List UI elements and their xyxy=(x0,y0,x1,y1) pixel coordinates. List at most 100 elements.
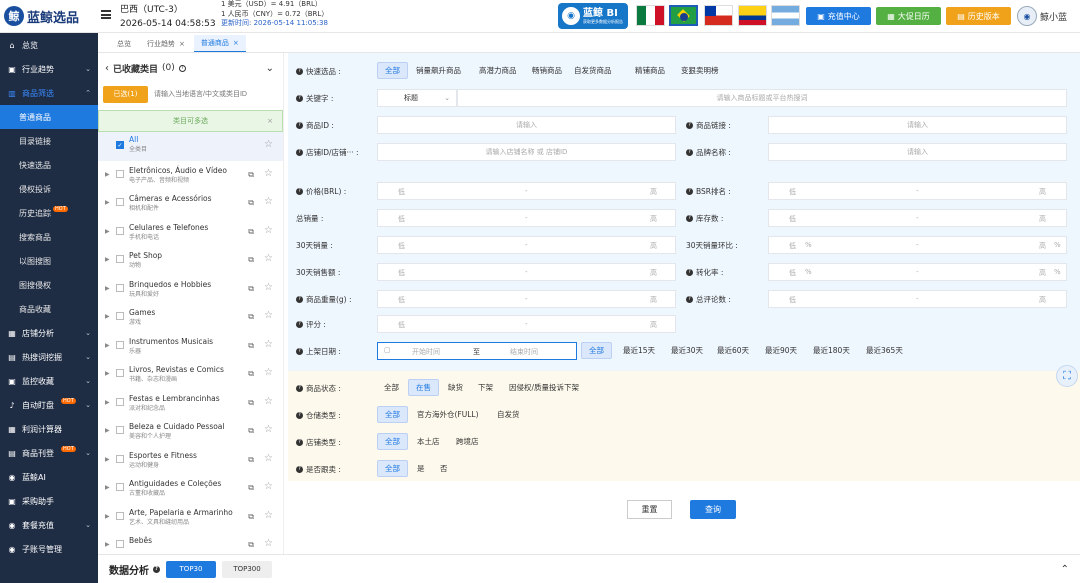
expand-arrow-icon[interactable]: ▶ xyxy=(105,256,110,263)
nav-purchase[interactable]: ▣ 采购助手 xyxy=(0,489,98,513)
range-input-total_sales[interactable]: 低-高 xyxy=(377,209,676,227)
star-icon[interactable]: ☆ xyxy=(264,339,273,350)
status-option[interactable]: 因侵权/质量投诉下架 xyxy=(502,379,586,396)
expand-arrow-icon[interactable]: ▶ xyxy=(105,456,110,463)
user-menu[interactable]: ◉ 鲸小蓝 xyxy=(1017,6,1067,26)
nav-subaccount[interactable]: ◉ 子账号管理 xyxy=(0,537,98,561)
help-icon[interactable]: ? xyxy=(296,320,303,328)
copy-icon[interactable]: ⧉ xyxy=(248,227,254,237)
help-icon[interactable]: ? xyxy=(296,67,303,75)
category-checkbox[interactable] xyxy=(116,426,124,434)
expand-arrow-icon[interactable]: ▶ xyxy=(105,541,110,548)
follow-option[interactable]: 否 xyxy=(433,460,455,477)
star-icon[interactable]: ☆ xyxy=(264,367,273,378)
nav-product-filter[interactable]: ▥ 商品筛选 ⌃ xyxy=(0,81,98,105)
help-icon[interactable]: ? xyxy=(296,411,303,419)
star-icon[interactable]: ☆ xyxy=(264,253,273,264)
warehouse-option[interactable]: 自发货 xyxy=(490,406,527,423)
shoptype-option[interactable]: 本土店 xyxy=(410,433,447,450)
expand-arrow-icon[interactable]: ▶ xyxy=(105,513,110,520)
shoptype-option[interactable]: 跨境店 xyxy=(449,433,486,450)
copy-icon[interactable]: ⧉ xyxy=(248,198,254,208)
query-button[interactable]: 查询 xyxy=(690,500,736,519)
category-item[interactable]: ▶ Câmeras e Acessórios 相机和配件 ⧉ ☆ xyxy=(98,189,283,218)
category-checkbox[interactable] xyxy=(116,511,124,520)
nav-listing[interactable]: ▤ 商品刊登 HOT ⌄ xyxy=(0,441,98,465)
category-item[interactable]: ▶ Brinquedos e Hobbies 玩具和爱好 ⧉ ☆ xyxy=(98,275,283,304)
star-icon[interactable]: ☆ xyxy=(264,510,273,521)
nav-vip[interactable]: ◉ 套餐充值 ⌄ xyxy=(0,513,98,537)
nav-sub-history-track[interactable]: 历史追踪 HOT xyxy=(0,201,98,225)
help-icon[interactable]: ? xyxy=(296,295,303,303)
category-search-input[interactable] xyxy=(154,85,274,103)
help-icon[interactable]: ? xyxy=(296,94,303,102)
listing-chip-all[interactable]: 全部 xyxy=(581,342,612,359)
fullscreen-float-icon[interactable]: ⛶ xyxy=(1056,365,1078,387)
expand-arrow-icon[interactable]: ▶ xyxy=(105,370,110,377)
copy-icon[interactable]: ⧉ xyxy=(248,369,254,379)
copy-icon[interactable]: ⧉ xyxy=(248,426,254,436)
category-item[interactable]: ▶ Pet Shop 动物 ⧉ ☆ xyxy=(98,246,283,275)
flag-argentina-icon[interactable] xyxy=(771,5,800,26)
nav-sub-favorites[interactable]: 商品收藏 xyxy=(0,297,98,321)
category-header[interactable]: ‹ 已收藏类目 (0) ? ⌄ xyxy=(98,53,283,83)
category-checkbox[interactable]: ✓ xyxy=(116,141,124,149)
copy-icon[interactable]: ⧉ xyxy=(248,312,254,322)
help-icon[interactable]: ? xyxy=(296,148,303,156)
nav-profit-calc[interactable]: ▦ 利润计算器 xyxy=(0,417,98,441)
help-icon[interactable]: ? xyxy=(296,384,303,392)
shop-id-input[interactable]: 请输入店铺名称 或 店铺ID xyxy=(377,143,676,161)
star-icon[interactable]: ☆ xyxy=(264,225,273,236)
star-icon[interactable]: ☆ xyxy=(264,396,273,407)
category-item[interactable]: ▶ Festas e Lembrancinhas 派对和纪念品 ⧉ ☆ xyxy=(98,389,283,418)
category-checkbox[interactable] xyxy=(116,540,124,548)
listing-option[interactable]: 最近30天 xyxy=(664,342,710,359)
help-icon[interactable]: ? xyxy=(296,121,303,129)
range-input-price[interactable]: 低-高 xyxy=(377,182,676,200)
nav-sub-quick-select[interactable]: 快速选品 xyxy=(0,153,98,177)
nav-sub-search-products[interactable]: 搜索商品 xyxy=(0,225,98,249)
menu-toggle-icon[interactable] xyxy=(101,10,111,19)
warehouse-option[interactable]: 官方海外仓(FULL) xyxy=(410,406,486,423)
help-icon[interactable]: ? xyxy=(296,465,303,473)
product-id-input[interactable]: 请输入 xyxy=(377,116,676,134)
copy-icon[interactable]: ⧉ xyxy=(248,398,254,408)
follow-option[interactable]: 全部 xyxy=(377,460,408,477)
help-icon[interactable]: ? xyxy=(178,64,186,72)
category-item-all[interactable]: ✓ All 全类目 ☆ xyxy=(98,132,283,161)
category-item[interactable]: ▶ Antiguidades e Coleções 古董和收藏品 ⧉ ☆ xyxy=(98,474,283,503)
nav-auto-watch[interactable]: ♪ 自动盯盘 HOT ⌄ xyxy=(0,393,98,417)
category-checkbox[interactable] xyxy=(116,340,124,349)
follow-option[interactable]: 是 xyxy=(410,460,432,477)
expand-arrow-icon[interactable]: ▶ xyxy=(105,427,110,434)
keyword-field-select[interactable]: 标题 ⌄ xyxy=(377,89,457,107)
chevron-down-icon[interactable]: ⌄ xyxy=(266,63,274,74)
nav-ai[interactable]: ◉ 蓝鲸AI xyxy=(0,465,98,489)
star-icon[interactable]: ☆ xyxy=(264,282,273,293)
listing-option[interactable]: 最近15天 xyxy=(616,342,662,359)
nav-trend[interactable]: ▣ 行业趋势 ⌄ xyxy=(0,57,98,81)
help-icon[interactable]: ? xyxy=(686,214,693,222)
history-version-button[interactable]: ▤ 历史版本 xyxy=(946,7,1011,25)
star-icon[interactable]: ☆ xyxy=(264,453,273,464)
range-input-amount30[interactable]: 低-高 xyxy=(377,263,676,281)
range-input-reviews[interactable]: 低-高 xyxy=(768,290,1067,308)
star-icon[interactable]: ☆ xyxy=(264,139,273,150)
category-checkbox[interactable] xyxy=(116,397,124,406)
nav-sub-image-infringement[interactable]: 图搜侵权 xyxy=(0,273,98,297)
category-item[interactable]: ▶ Eletrônicos, Áudio e Vídeo 电子产品、音频和视频 ⧉ ☆ xyxy=(98,161,283,190)
nav-sub-catalog-link[interactable]: 目录链接 xyxy=(0,129,98,153)
copy-icon[interactable]: ⧉ xyxy=(248,512,254,522)
status-option[interactable]: 下架 xyxy=(471,379,500,396)
expand-arrow-icon[interactable]: ▶ xyxy=(105,313,110,320)
quick-chip-self-ship[interactable]: 自发货商品 xyxy=(567,62,619,79)
promo-calendar-button[interactable]: ▦ 大促日历 xyxy=(876,7,941,25)
category-checkbox[interactable] xyxy=(116,226,124,235)
copy-icon[interactable]: ⧉ xyxy=(248,540,254,550)
expand-arrow-icon[interactable]: ▶ xyxy=(105,285,110,292)
category-checkbox[interactable] xyxy=(116,312,124,320)
help-icon[interactable]: ? xyxy=(686,187,693,195)
product-link-input[interactable]: 请输入 xyxy=(768,116,1067,134)
category-checkbox[interactable] xyxy=(116,454,124,463)
flag-chile-icon[interactable] xyxy=(704,5,733,26)
